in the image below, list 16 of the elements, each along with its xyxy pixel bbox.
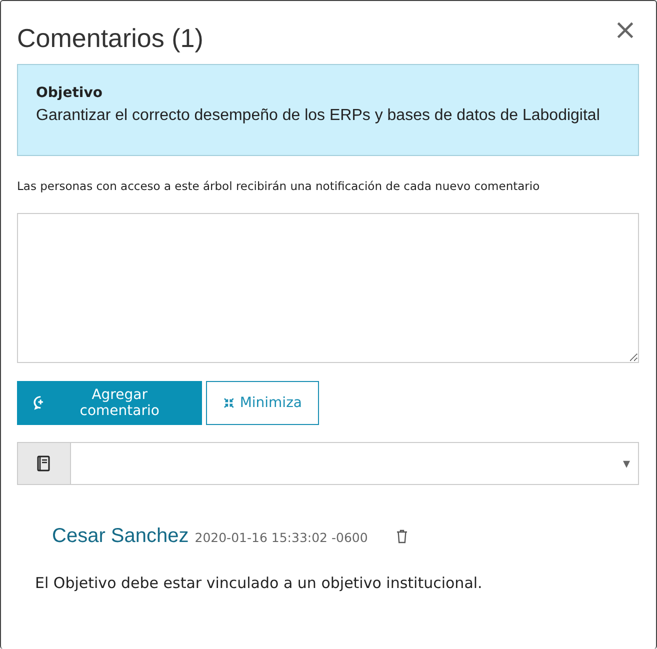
comment-text: El Objetivo debe estar vinculado a un objetivo institucional. [35,574,484,592]
dropdown-arrow-icon: ▾ [622,456,630,472]
close-button[interactable]: × [612,17,639,43]
comment-author: Cesar Sanchez [52,525,189,548]
filter-select[interactable]: ▾ [17,442,639,485]
add-comment-button[interactable]: Agregar comentario [17,381,202,425]
compress-icon [223,395,235,411]
book-icon [36,454,52,472]
comment-time: 2020-01-16 15:33:02 -0600 [194,530,368,545]
notice-text: Las personas con acceso a este árbol recibirán una notificación de cada nuevo comentario [17,179,541,193]
comment-field[interactable] [17,213,639,363]
minimize-button[interactable]: Minimiza [206,381,319,425]
dialog-title: Comentarios (1) [17,23,204,54]
objective-heading: Objetivo [36,85,104,101]
objective-text: Garantizar el correcto desempeño de los ERPs y bases de datos de Labodigital [36,107,601,125]
delete-icon[interactable] [396,529,408,544]
